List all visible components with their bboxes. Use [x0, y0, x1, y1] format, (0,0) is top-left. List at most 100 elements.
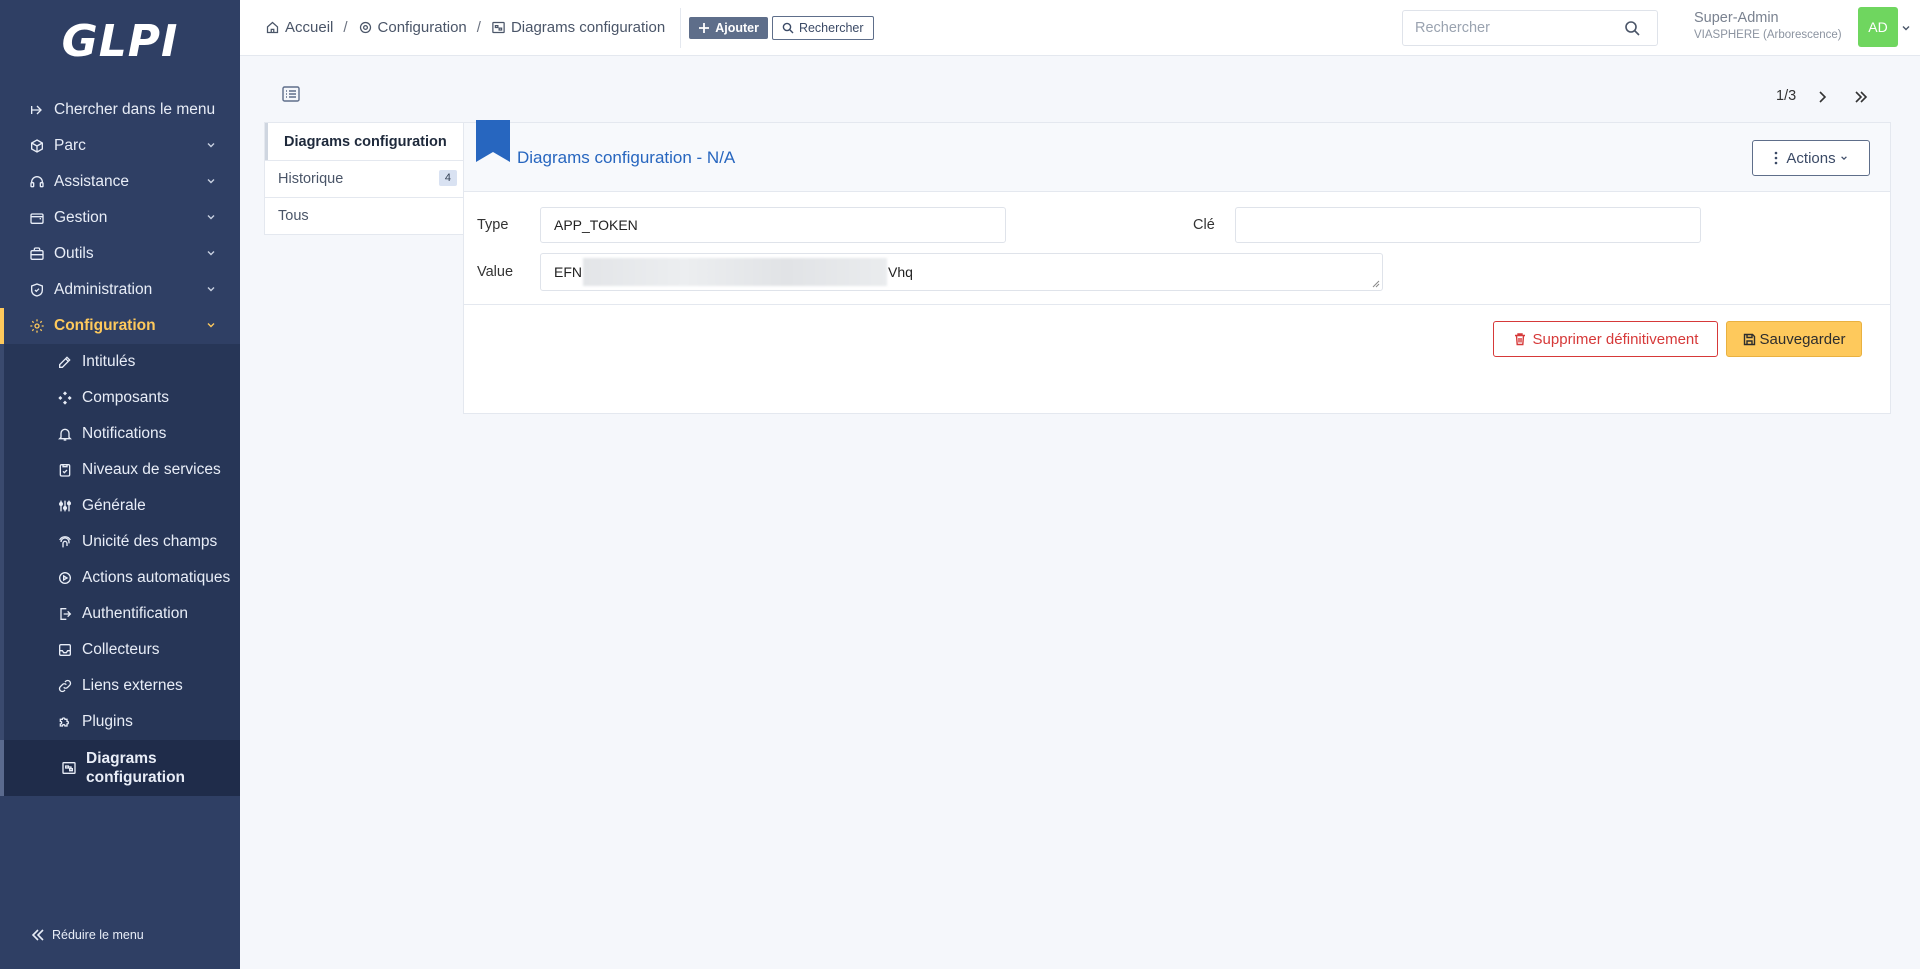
puzzle-icon: [56, 713, 74, 731]
breadcrumb-separator: /: [343, 19, 348, 36]
sidebar-item-assistance[interactable]: Assistance: [0, 164, 240, 200]
user-name: Super-Admin: [1694, 10, 1779, 26]
tab-label: Diagrams configuration: [284, 133, 447, 150]
sidebar-item-label: Notifications: [82, 425, 167, 442]
sidebar-item-label: Actions automatiques: [82, 569, 231, 586]
sidebar-item-configuration[interactable]: Configuration: [0, 308, 240, 344]
sidebar-item-plugins[interactable]: Plugins: [4, 704, 240, 740]
gear-icon: [359, 21, 371, 34]
box-icon: [28, 137, 46, 155]
chevron-down-icon: [207, 143, 215, 148]
value-textarea[interactable]: EFN Vhq: [540, 253, 1383, 291]
sidebar-item-notifications[interactable]: Notifications: [4, 416, 240, 452]
sidebar-item-liens-externes[interactable]: Liens externes: [4, 668, 240, 704]
actions-button[interactable]: Actions: [1752, 140, 1870, 176]
chevron-down-icon[interactable]: [1901, 23, 1911, 33]
add-button[interactable]: Ajouter: [689, 16, 768, 39]
plus-icon: [699, 22, 710, 33]
type-field[interactable]: [540, 207, 1006, 243]
headset-icon: [28, 173, 46, 191]
fingerprint-icon: [56, 533, 74, 551]
avatar-initials: AD: [1868, 19, 1888, 35]
list-view-icon[interactable]: [282, 86, 300, 102]
wallet-icon: [28, 209, 46, 227]
avatar[interactable]: AD: [1858, 7, 1898, 47]
sidebar-item-actions-automatiques[interactable]: Actions automatiques: [4, 560, 240, 596]
tab-diagrams-configuration[interactable]: Diagrams configuration: [265, 123, 463, 160]
tab-historique[interactable]: Historique 4: [265, 160, 463, 197]
form-divider: [464, 304, 1890, 305]
sidebar-item-label: Générale: [82, 497, 146, 514]
chevrons-right-icon[interactable]: [1853, 90, 1869, 104]
sidebar-item-composants[interactable]: Composants: [4, 380, 240, 416]
sidebar-item-intitules[interactable]: Intitulés: [4, 344, 240, 380]
search-icon[interactable]: [1624, 20, 1640, 36]
breadcrumb-label: Diagrams configuration: [510, 19, 666, 36]
key-label: Clé: [1193, 217, 1215, 233]
reduce-menu-label: Réduire le menu: [52, 928, 144, 942]
reduce-menu-button[interactable]: Réduire le menu: [30, 927, 144, 943]
save-icon: [1743, 333, 1755, 345]
bell-icon: [56, 425, 74, 443]
sidebar-item-label: Intitulés: [82, 353, 136, 370]
breadcrumb-separator: /: [476, 19, 481, 36]
breadcrumb-configuration[interactable]: Configuration: [358, 19, 467, 36]
key-field[interactable]: [1235, 207, 1701, 243]
sidebar-item-label: Authentification: [82, 605, 188, 622]
resize-handle-icon[interactable]: [1372, 280, 1380, 288]
sidebar-item-unicite-champs[interactable]: Unicité des champs: [4, 524, 240, 560]
chevron-down-icon: [207, 179, 215, 184]
search-menu-label: Chercher dans le menu: [54, 101, 216, 118]
search-icon: [782, 22, 794, 33]
sidebar-item-outils[interactable]: Outils: [0, 236, 240, 272]
add-button-label: Ajouter: [715, 20, 759, 35]
breadcrumb: Accueil / Configuration / Diagrams confi…: [240, 19, 665, 36]
search-menu-item[interactable]: Chercher dans le menu: [0, 92, 240, 128]
breadcrumb-home[interactable]: Accueil: [265, 19, 333, 36]
diagram-icon: [60, 759, 78, 777]
user-info[interactable]: Super-Admin VIASPHERE (Arborescence): [1694, 10, 1842, 41]
clipboard-check-icon: [56, 461, 74, 479]
breadcrumb-diagrams-configuration[interactable]: Diagrams configuration: [491, 19, 665, 36]
link-icon: [56, 677, 74, 695]
tab-label: Tous: [278, 208, 309, 224]
value-prefix: EFN: [554, 264, 582, 280]
sidebar-item-parc[interactable]: Parc: [0, 128, 240, 164]
global-search-input[interactable]: [1403, 20, 1618, 36]
components-icon: [56, 389, 74, 407]
form-header: Diagrams configuration - N/A Actions: [464, 120, 1890, 192]
glpi-logo[interactable]: GLPI: [0, 0, 240, 82]
save-button[interactable]: Sauvegarder: [1726, 321, 1862, 357]
breadcrumb-label: Configuration: [377, 19, 467, 36]
user-entity: VIASPHERE (Arborescence): [1694, 29, 1842, 41]
arrow-right-icon: [28, 101, 46, 119]
global-search: [1402, 10, 1658, 46]
home-icon: [266, 21, 279, 34]
search-button-label: Rechercher: [798, 20, 864, 35]
sidebar-item-collecteurs[interactable]: Collecteurs: [4, 632, 240, 668]
sidebar-item-generale[interactable]: Générale: [4, 488, 240, 524]
chevron-down-icon: [1840, 156, 1847, 161]
chevrons-left-icon: [31, 929, 44, 941]
sidebar-item-gestion[interactable]: Gestion: [0, 200, 240, 236]
value-suffix: Vhq: [888, 264, 913, 280]
inbox-icon: [56, 641, 74, 659]
chevron-up-icon: [207, 323, 215, 328]
configuration-submenu: Intitulés Composants Notifications Nivea…: [0, 344, 240, 796]
type-label: Type: [477, 217, 509, 233]
delete-permanently-button[interactable]: Supprimer définitivement: [1493, 321, 1718, 357]
sidebar-item-authentification[interactable]: Authentification: [4, 596, 240, 632]
sidebar-item-label: Liens externes: [82, 677, 183, 694]
sidebar-item-diagrams-configuration[interactable]: Diagrams configuration: [0, 740, 240, 796]
item-tabs: Diagrams configuration Historique 4 Tous: [264, 122, 464, 235]
shield-icon: [28, 281, 46, 299]
chevron-right-icon[interactable]: [1815, 90, 1829, 104]
sidebar-item-label: Assistance: [54, 173, 129, 190]
search-button[interactable]: Rechercher: [771, 15, 874, 40]
adjustments-icon: [56, 497, 74, 515]
sidebar-item-niveaux-services[interactable]: Niveaux de services: [4, 452, 240, 488]
tab-tous[interactable]: Tous: [265, 197, 463, 234]
sidebar-item-label: Niveaux de services: [82, 461, 221, 478]
tab-label: Historique: [278, 171, 344, 187]
sidebar-item-administration[interactable]: Administration: [0, 272, 240, 308]
